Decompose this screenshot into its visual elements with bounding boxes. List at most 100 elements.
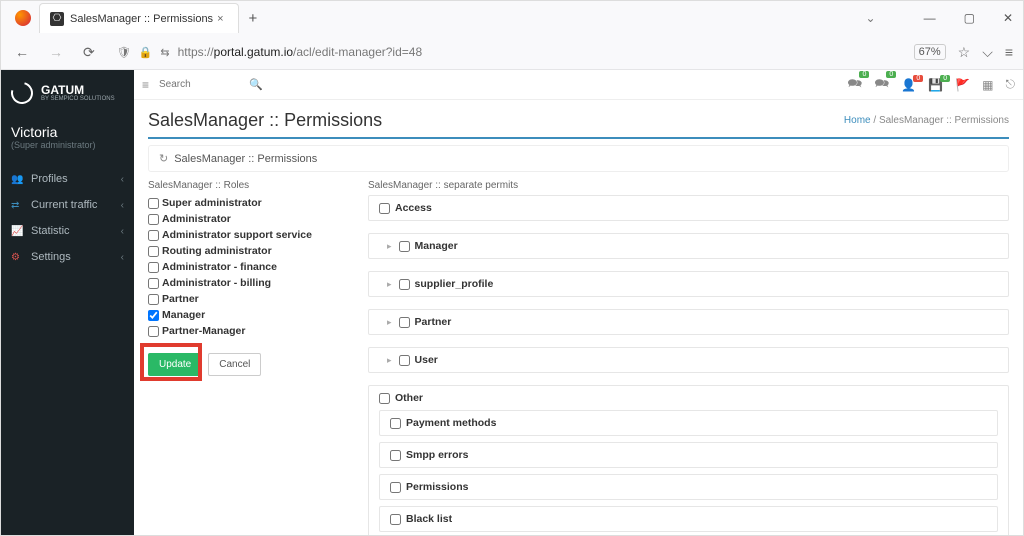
role-row[interactable]: Partner [148, 291, 348, 307]
permit-row[interactable]: Access [379, 202, 998, 214]
permit-row[interactable]: Smpp errors [390, 449, 987, 461]
role-row[interactable]: Routing administrator [148, 243, 348, 259]
permit-label: Payment methods [406, 417, 496, 429]
role-label: Partner [162, 293, 199, 305]
browser-tab[interactable]: ⎔ SalesManager :: Permissions × [39, 3, 239, 33]
permit-row[interactable]: ▸ Manager [379, 240, 998, 252]
close-tab-icon[interactable]: × [213, 13, 227, 25]
permit-row[interactable]: ▸supplier_profile [379, 278, 998, 290]
hamburger-icon[interactable]: ≡ [142, 78, 149, 92]
nav-label: Current traffic [31, 199, 97, 211]
cancel-button[interactable]: Cancel [208, 353, 261, 376]
permit-checkbox[interactable] [390, 418, 401, 429]
permit-checkbox[interactable] [390, 514, 401, 525]
topbar-badge-icon[interactable]: 🗪0 [847, 74, 862, 95]
tree-toggle-icon[interactable]: ▸ [387, 279, 392, 290]
grid-icon[interactable]: ▦ [982, 78, 993, 92]
sidebar-item-settings[interactable]: ⚙Settings‹ [1, 244, 134, 270]
user-role: (Super administrator) [11, 140, 124, 150]
refresh-icon[interactable]: ↻ [159, 152, 168, 165]
firefox-logo-icon [15, 10, 31, 26]
permit-checkbox[interactable] [390, 450, 401, 461]
topbar-badge-icon[interactable]: 👤0 [901, 78, 916, 92]
role-checkbox[interactable] [148, 294, 159, 305]
role-row[interactable]: Manager [148, 307, 348, 323]
permit-label: Manager [415, 240, 458, 252]
role-label: Manager [162, 309, 205, 321]
role-checkbox[interactable] [148, 278, 159, 289]
breadcrumb-home[interactable]: Home [844, 115, 871, 126]
tree-toggle-icon[interactable]: ▸ [387, 241, 392, 252]
close-window-button[interactable]: ✕ [999, 7, 1017, 29]
tree-toggle-icon[interactable]: ▸ [387, 355, 392, 366]
search-icon[interactable]: 🔍 [249, 78, 263, 91]
permit-checkbox[interactable] [399, 317, 410, 328]
reload-button[interactable]: ⟳ [79, 40, 99, 65]
role-checkbox[interactable] [148, 310, 159, 321]
topbar-badge-icon[interactable]: 🗪0 [874, 74, 889, 95]
new-tab-button[interactable]: + [249, 10, 258, 27]
role-checkbox[interactable] [148, 198, 159, 209]
search-box[interactable]: 🔍 [159, 78, 274, 91]
address-bar[interactable]: 🛡 🔒 ⇆ https://portal.gatum.io/acl/edit-m… [111, 45, 902, 59]
role-row[interactable]: Administrator [148, 211, 348, 227]
role-checkbox[interactable] [148, 262, 159, 273]
role-row[interactable]: Super administrator [148, 195, 348, 211]
permit-label: User [415, 354, 438, 366]
tree-toggle-icon[interactable]: ▸ [387, 317, 392, 328]
lock-icon: 🔒 [139, 46, 153, 59]
permit-row[interactable]: Other [379, 392, 998, 404]
permit-row[interactable]: Black list [390, 513, 987, 525]
url-text: https://portal.gatum.io/acl/edit-manager… [178, 45, 423, 59]
sidebar-user: Victoria (Super administrator) [1, 116, 134, 154]
permit-box: ▸Partner [368, 309, 1009, 335]
role-checkbox[interactable] [148, 246, 159, 257]
minimize-window-button[interactable]: — [920, 7, 940, 29]
role-checkbox[interactable] [148, 214, 159, 225]
sidebar-item-profiles[interactable]: 👥Profiles‹ [1, 166, 134, 192]
pocket-icon[interactable]: ⌵ [982, 44, 993, 61]
permit-box: Black list [379, 506, 998, 532]
maximize-window-button[interactable]: ▢ [960, 7, 979, 29]
nav-label: Profiles [31, 173, 68, 185]
permit-row[interactable]: Payment methods [390, 417, 987, 429]
permit-box: ▸ Manager [368, 233, 1009, 259]
role-row[interactable]: Partner-Manager [148, 323, 348, 339]
sidebar-item-current-traffic[interactable]: ⇄Current traffic‹ [1, 192, 134, 218]
permission-icon: ⇆ [160, 46, 169, 59]
permit-box: Smpp errors [379, 442, 998, 468]
logout-icon[interactable]: ⎋ [1006, 77, 1016, 92]
permit-box: ▸supplier_profile [368, 271, 1009, 297]
sidebar: GATUM BY SEMPICO SOLUTIONS Victoria (Sup… [1, 70, 134, 535]
permit-checkbox[interactable] [390, 482, 401, 493]
permit-row[interactable]: ▸Partner [379, 316, 998, 328]
permit-label: Permissions [406, 481, 468, 493]
flag-icon[interactable]: 🚩 [955, 78, 970, 92]
back-button[interactable]: ← [11, 40, 33, 64]
sidebar-item-statistic[interactable]: 📈Statistic‹ [1, 218, 134, 244]
role-checkbox[interactable] [148, 230, 159, 241]
role-row[interactable]: Administrator - billing [148, 275, 348, 291]
topbar-badge-icon[interactable]: 💾0 [928, 78, 943, 92]
permits-title: SalesManager :: separate permits [368, 180, 1009, 191]
permit-checkbox[interactable] [399, 241, 410, 252]
bookmark-icon[interactable]: ☆ [958, 44, 971, 61]
permit-checkbox[interactable] [379, 393, 390, 404]
app-menu-icon[interactable]: ≡ [1005, 44, 1013, 60]
role-row[interactable]: Administrator - finance [148, 259, 348, 275]
tabs-caret-icon[interactable]: ⌄ [862, 7, 880, 29]
permit-checkbox[interactable] [399, 355, 410, 366]
permit-checkbox[interactable] [399, 279, 410, 290]
permit-box: ▸ User [368, 347, 1009, 373]
permit-row[interactable]: ▸ User [379, 354, 998, 366]
permit-row[interactable]: Permissions [390, 481, 987, 493]
role-row[interactable]: Administrator support service [148, 227, 348, 243]
role-label: Partner-Manager [162, 325, 245, 337]
nav-icon: 📈 [11, 226, 25, 237]
zoom-level[interactable]: 67% [914, 44, 946, 60]
permit-checkbox[interactable] [379, 203, 390, 214]
badge-count: 0 [886, 71, 896, 78]
update-button[interactable]: Update [148, 353, 202, 376]
role-checkbox[interactable] [148, 326, 159, 337]
search-input[interactable] [159, 79, 249, 90]
